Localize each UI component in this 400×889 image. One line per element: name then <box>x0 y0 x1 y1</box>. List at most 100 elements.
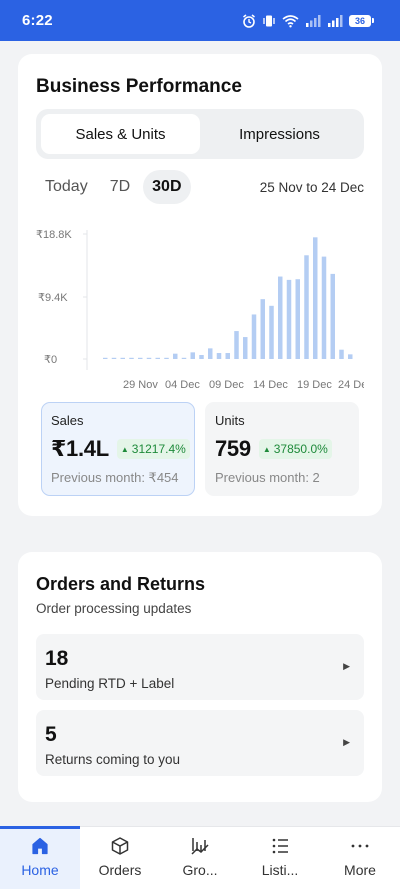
chart-bar[interactable] <box>173 353 178 359</box>
chart-bar[interactable] <box>146 357 152 359</box>
returns-count: 5 <box>45 723 57 746</box>
nav-listings[interactable]: Listi... <box>240 827 320 889</box>
nav-orders-label: Orders <box>98 862 142 878</box>
nav-home-label: Home <box>21 862 59 878</box>
alarm-icon <box>243 13 255 28</box>
sales-change-badge: ▲ 31217.4% <box>116 439 190 459</box>
y-tick-label: ₹18.8K <box>36 229 72 241</box>
x-tick-label: 19 Dec <box>297 379 332 391</box>
units-previous: Previous month: 2 <box>215 470 320 485</box>
x-tick-label: 14 Dec <box>253 379 288 391</box>
chart-bar[interactable] <box>120 357 126 359</box>
range-today[interactable]: Today <box>36 170 97 204</box>
chart-bar[interactable] <box>103 357 108 359</box>
chart-bar[interactable] <box>111 357 117 359</box>
nav-growth[interactable]: Gro... <box>160 827 240 889</box>
status-icons: 36 <box>242 13 374 28</box>
wifi-icon <box>282 14 299 27</box>
date-range-label: 25 Nov to 24 Dec <box>259 179 364 195</box>
chart-bar[interactable] <box>304 255 309 359</box>
chart-bar[interactable] <box>225 353 231 359</box>
chart-bar[interactable] <box>269 305 274 359</box>
list-icon <box>272 838 288 854</box>
orders-returns-subtitle: Order processing updates <box>36 601 192 616</box>
pending-rtd-row[interactable]: 18 Pending RTD + Label ▶ <box>36 634 364 700</box>
units-change-value: 37850.0% <box>273 442 328 456</box>
chart-bar[interactable] <box>234 331 239 359</box>
vibrate-icon <box>263 15 275 26</box>
signal-icon-2 <box>328 14 343 27</box>
battery-level: 36 <box>349 14 371 27</box>
pending-rtd-label: Pending RTD + Label <box>45 676 175 691</box>
home-icon <box>32 837 48 855</box>
sales-previous: Previous month: ₹454 <box>51 470 179 485</box>
chevron-right-icon: ▶ <box>343 661 350 671</box>
chart-bar[interactable] <box>295 279 301 359</box>
chart-bar[interactable] <box>190 352 196 359</box>
chart-bar[interactable] <box>278 276 283 359</box>
more-dots-icon <box>351 844 369 848</box>
box-icon <box>111 837 129 855</box>
nav-listings-label: Listi... <box>261 862 299 878</box>
sales-label: Sales <box>51 413 84 428</box>
chart-bar[interactable] <box>199 355 204 359</box>
chart-bars <box>103 237 353 359</box>
chart-bar[interactable] <box>181 357 187 359</box>
y-tick-label: ₹9.4K <box>38 292 68 304</box>
chart-bar[interactable] <box>286 279 292 359</box>
arrow-up-icon: ▲ <box>262 444 271 454</box>
units-value: 759 <box>215 436 251 461</box>
range-7d[interactable]: 7D <box>101 170 139 204</box>
chart-bar[interactable] <box>321 256 327 359</box>
orders-returns-title: Orders and Returns <box>36 574 206 594</box>
sales-bar-chart: ₹18.8K ₹9.4K ₹0 29 Nov 04 Dec 09 Dec 14 … <box>36 229 364 391</box>
chart-bar[interactable] <box>138 357 143 359</box>
chart-bar[interactable] <box>260 299 266 359</box>
chart-bar[interactable] <box>348 354 353 359</box>
growth-chart-icon <box>191 838 209 855</box>
bottom-nav: Home Orders Gro... Listi... More <box>0 826 400 889</box>
range-selector: Today 7D 30D 25 Nov to 24 Dec <box>36 169 364 205</box>
units-stat-card[interactable]: Units 759 ▲ 37850.0% Previous month: 2 <box>205 402 359 496</box>
y-tick-label: ₹0 <box>44 354 57 366</box>
nav-growth-label: Gro... <box>182 862 218 878</box>
chart-bar[interactable] <box>164 357 169 359</box>
chart-bar[interactable] <box>243 337 248 359</box>
returns-row[interactable]: 5 Returns coming to you ▶ <box>36 710 364 776</box>
battery-icon: 36 <box>349 14 374 27</box>
chart-bar[interactable] <box>339 349 344 359</box>
returns-label: Returns coming to you <box>45 752 181 767</box>
pending-rtd-count: 18 <box>45 647 69 670</box>
status-bar: 6:22 36 <box>0 0 400 41</box>
nav-orders[interactable]: Orders <box>80 827 160 889</box>
x-tick-label: 09 Dec <box>209 379 244 391</box>
sales-stat-card[interactable]: Sales ₹1.4L ▲ 31217.4% Previous month: ₹… <box>41 402 195 496</box>
x-tick-label: 29 Nov <box>123 379 158 391</box>
chevron-right-icon: ▶ <box>343 737 350 747</box>
signal-icon <box>306 14 321 27</box>
x-tick-label: 04 Dec <box>165 379 200 391</box>
x-tick-label: 24 Dec <box>338 379 364 391</box>
chart-bar[interactable] <box>129 357 134 359</box>
business-performance-card: Business Performance Sales & Units Impre… <box>18 54 382 516</box>
nav-more-label: More <box>344 862 376 878</box>
orders-returns-card: Orders and Returns Order processing upda… <box>18 552 382 802</box>
chart-bar[interactable] <box>216 353 222 359</box>
chart-bar[interactable] <box>251 314 257 359</box>
tab-impressions[interactable]: Impressions <box>200 114 359 154</box>
arrow-up-icon: ▲ <box>120 444 129 454</box>
chart-bar[interactable] <box>155 357 161 359</box>
tab-sales-units[interactable]: Sales & Units <box>41 114 200 154</box>
units-label: Units <box>215 413 245 428</box>
chart-bar[interactable] <box>208 348 213 359</box>
units-change-badge: ▲ 37850.0% <box>258 439 332 459</box>
nav-more[interactable]: More <box>320 827 400 889</box>
sales-change-value: 31217.4% <box>131 442 186 456</box>
status-time: 6:22 <box>22 12 53 29</box>
range-30d[interactable]: 30D <box>143 170 191 204</box>
nav-home[interactable]: Home <box>0 826 80 889</box>
chart-bar[interactable] <box>330 273 336 359</box>
metric-tabs: Sales & Units Impressions <box>36 109 364 159</box>
sales-value: ₹1.4L <box>51 436 109 461</box>
chart-bar[interactable] <box>313 237 318 359</box>
